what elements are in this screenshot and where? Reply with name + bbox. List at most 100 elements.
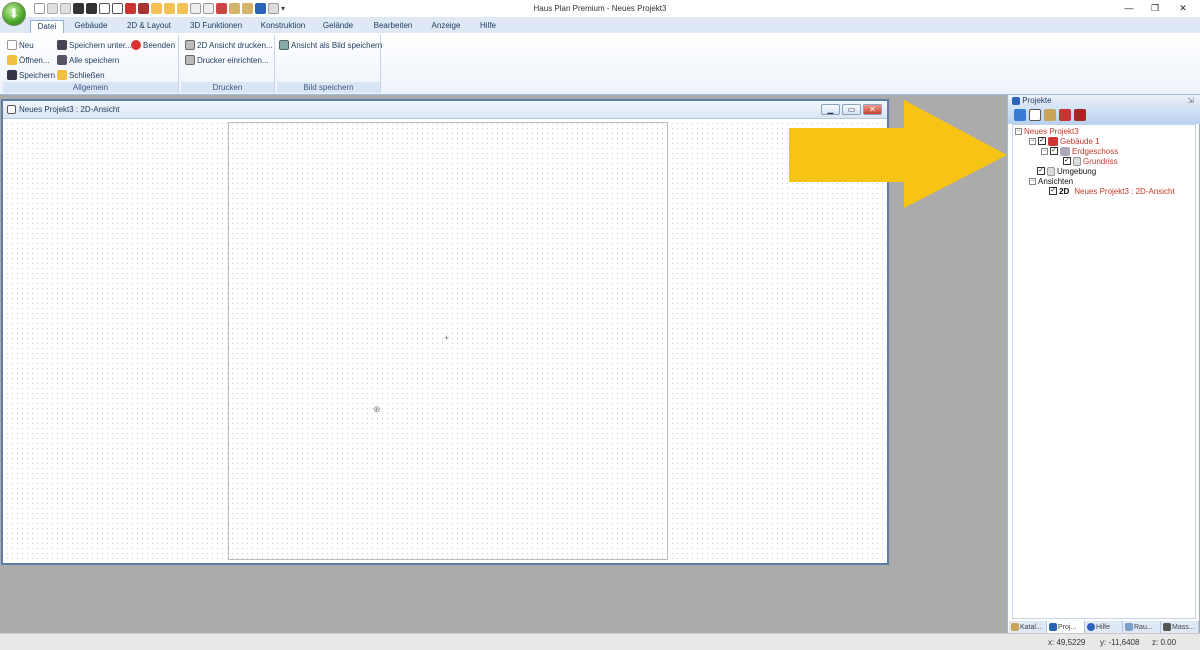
status-z: z: 0.00 (1152, 638, 1177, 647)
projects-panel-header: Projekte ⇲ (1008, 95, 1200, 106)
view-2d-tag: 2D (1059, 186, 1070, 196)
panel-tab-masse-label: Mass... (1172, 623, 1195, 631)
neu-button[interactable]: Neu (7, 39, 34, 51)
tab-anzeige[interactable]: Anzeige (426, 20, 466, 33)
plan-checkbox[interactable]: ✓ (1063, 157, 1071, 165)
panel-tab-projekte[interactable]: Proj... (1047, 621, 1085, 633)
oeffnen-label: Öffnen... (19, 55, 50, 65)
tree-item-building[interactable]: − ✓ Gebäude 1 (1029, 136, 1100, 146)
panel-tab-projekte-label: Proj... (1058, 623, 1077, 631)
minimize-button[interactable]: — (1118, 2, 1140, 15)
panel-tab-katalog[interactable]: Katal... (1009, 621, 1047, 633)
house-icon (1048, 136, 1058, 146)
app-orb-icon: ⬇ (8, 6, 20, 21)
power-icon (131, 40, 141, 50)
ansicht-als-bild-label: Ansicht als Bild speichern (291, 40, 383, 50)
panel-tabs: Katal... Proj... Hilfe Rau... Mass... (1009, 621, 1199, 633)
collapse-icon[interactable]: − (1029, 177, 1036, 185)
projects-panel: Projekte ⇲ − Neues Projekt3 − ✓ Gebäude 1 −… (1007, 95, 1200, 633)
window-title: Haus Plan Premium - Neues Projekt3 (533, 4, 667, 13)
ansicht-drucken-button[interactable]: 2D Ansicht drucken... (185, 39, 273, 51)
drawing-canvas[interactable]: + ⊕ (5, 121, 885, 563)
check-icon[interactable] (1014, 109, 1026, 121)
panel-tab-raeume[interactable]: Rau... (1123, 621, 1161, 633)
tab-konstruktion[interactable]: Konstruktion (254, 20, 312, 33)
collapse-icon[interactable]: − (1029, 137, 1036, 145)
beenden-button[interactable]: Beenden (131, 39, 175, 51)
ansicht-als-bild-button[interactable]: Ansicht als Bild speichern (279, 39, 382, 51)
dimensions-icon (1163, 623, 1171, 631)
tab-2d-layout[interactable]: 2D & Layout (120, 20, 178, 33)
compass-icon: ⊕ (373, 404, 381, 414)
tree-label-plan: Grundriss (1083, 156, 1118, 166)
tab-gebaeude[interactable]: Gebäude (68, 20, 114, 33)
collapse-icon[interactable]: − (1041, 147, 1048, 155)
tree-item-views[interactable]: − Ansichten (1029, 176, 1073, 186)
tab-bearbeiten[interactable]: Bearbeiten (366, 20, 420, 33)
speichern-unter-label: Speichern unter... (69, 40, 132, 50)
close-folder-icon (57, 70, 67, 80)
oeffnen-button[interactable]: Öffnen... (7, 54, 50, 66)
tab-datei[interactable]: Datei (30, 20, 64, 33)
tree-label-view: Neues Projekt3 : 2D-Ansicht (1074, 186, 1175, 196)
tab-3d-funktionen[interactable]: 3D Funktionen (184, 20, 248, 33)
tree-item-project[interactable]: − Neues Projekt3 (1015, 126, 1079, 136)
tree-item-plan[interactable]: ✓ Grundriss (1063, 156, 1118, 166)
surroundings-checkbox[interactable]: ✓ (1037, 167, 1045, 175)
tools-icon[interactable] (1044, 109, 1056, 121)
save-all-icon (57, 55, 67, 65)
schliessen-button[interactable]: Schließen (57, 69, 105, 81)
projects-icon (1012, 96, 1020, 105)
chart-icon[interactable] (1029, 109, 1041, 121)
group-label-bild-speichern: Bild speichern (277, 82, 380, 93)
tree-label-project: Neues Projekt3 (1024, 126, 1079, 136)
alle-speichern-label: Alle speichern (69, 55, 120, 65)
floor-checkbox[interactable]: ✓ (1050, 147, 1058, 155)
terrain-icon (1047, 166, 1055, 176)
open-folder-icon (7, 55, 17, 65)
annotation-arrow-icon (789, 100, 1007, 208)
tab-hilfe[interactable]: Hilfe (474, 20, 502, 33)
save-icon (7, 70, 17, 80)
tree-item-view[interactable]: ✓ 2D Neues Projekt3 : 2D-Ansicht (1049, 186, 1175, 196)
panel-tab-hilfe[interactable]: Hilfe (1085, 621, 1123, 633)
alle-speichern-button[interactable]: Alle speichern (57, 54, 119, 66)
document-window: Neues Projekt3 : 2D-Ansicht ▁ ▭ ✕ + ⊕ (1, 99, 889, 565)
image-save-icon (279, 40, 289, 50)
plan-icon (1073, 156, 1081, 166)
tree-item-floor[interactable]: − ✓ Erdgeschoss (1041, 146, 1118, 156)
close-button[interactable]: ✕ (1172, 2, 1194, 15)
speichern-button[interactable]: Speichern (7, 69, 55, 81)
collapse-icon[interactable]: − (1015, 127, 1022, 135)
tab-gelaende[interactable]: Gelände (318, 20, 358, 33)
projects-icon (1049, 623, 1057, 631)
drucker-einrichten-label: Drucker einrichten... (197, 55, 269, 65)
speichern-label: Speichern (19, 70, 56, 80)
panel-tab-katalog-label: Katal... (1020, 623, 1042, 631)
schliessen-label: Schließen (69, 70, 105, 80)
drucker-einrichten-button[interactable]: Drucker einrichten... (185, 54, 269, 66)
panel-tab-masse[interactable]: Mass... (1161, 621, 1199, 633)
rooms-icon (1125, 623, 1133, 631)
delete-icon[interactable] (1059, 109, 1071, 121)
speichern-unter-button[interactable]: Speichern unter... (57, 39, 132, 51)
origin-crosshair-icon: + (444, 333, 450, 343)
tree-item-surroundings[interactable]: ✓ Umgebung (1037, 166, 1096, 176)
projects-toolbar (1008, 106, 1200, 124)
add-building-icon[interactable] (1074, 109, 1086, 121)
pin-icon[interactable]: ⇲ (1187, 95, 1194, 106)
new-file-icon (7, 40, 17, 50)
restore-button[interactable]: ❐ (1144, 2, 1166, 15)
project-tree: − Neues Projekt3 − ✓ Gebäude 1 − ✓ Erdgeschos… (1012, 124, 1196, 619)
view-checkbox[interactable]: ✓ (1049, 187, 1057, 195)
neu-label: Neu (19, 40, 34, 50)
floor-icon (1060, 146, 1070, 156)
tree-label-building: Gebäude 1 (1060, 136, 1100, 146)
building-checkbox[interactable]: ✓ (1038, 137, 1046, 145)
application-menu-button[interactable]: ⬇ (2, 2, 26, 26)
group-label-allgemein: Allgemein (3, 82, 178, 93)
ribbon: Neu Öffnen... Speichern Speichern unter.… (0, 33, 1200, 95)
beenden-label: Beenden (143, 40, 176, 50)
printer-icon (185, 40, 195, 50)
group-allgemein: Neu Öffnen... Speichern Speichern unter.… (3, 35, 179, 93)
